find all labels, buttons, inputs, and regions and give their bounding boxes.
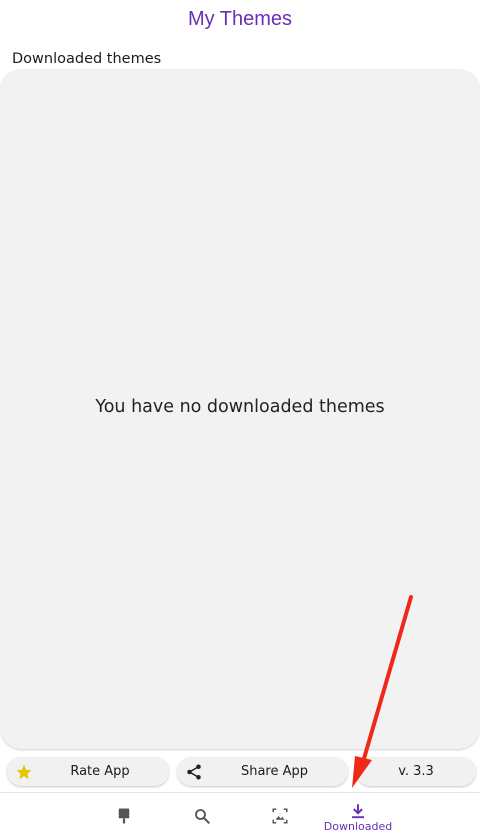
- page-title: My Themes: [187, 8, 293, 30]
- nav-label-downloaded: Downloaded: [323, 820, 393, 833]
- downloaded-themes-panel: You have no downloaded themes: [0, 69, 480, 749]
- nav-item-search[interactable]: [172, 793, 232, 835]
- version-badge: v. 3.3: [356, 757, 476, 786]
- rate-app-button[interactable]: Rate App: [7, 757, 169, 786]
- action-row: Rate App Share App v. 3.3: [0, 757, 480, 787]
- paint-brush-icon: [118, 808, 130, 824]
- nav-item-wallpaper[interactable]: [250, 793, 310, 835]
- download-icon: [352, 804, 364, 819]
- nav-item-themes[interactable]: [94, 793, 154, 835]
- star-icon: [16, 764, 32, 780]
- nav-item-downloaded[interactable]: Downloaded: [324, 793, 392, 835]
- version-label: v. 3.3: [398, 764, 434, 779]
- image-frame-icon: [272, 808, 288, 824]
- empty-state-message: You have no downloaded themes: [95, 397, 385, 417]
- share-icon: [187, 764, 201, 780]
- search-icon: [195, 809, 210, 824]
- share-app-button[interactable]: Share App: [177, 757, 348, 786]
- section-label: Downloaded themes: [12, 51, 162, 67]
- bottom-navigation: Downloaded: [0, 792, 480, 835]
